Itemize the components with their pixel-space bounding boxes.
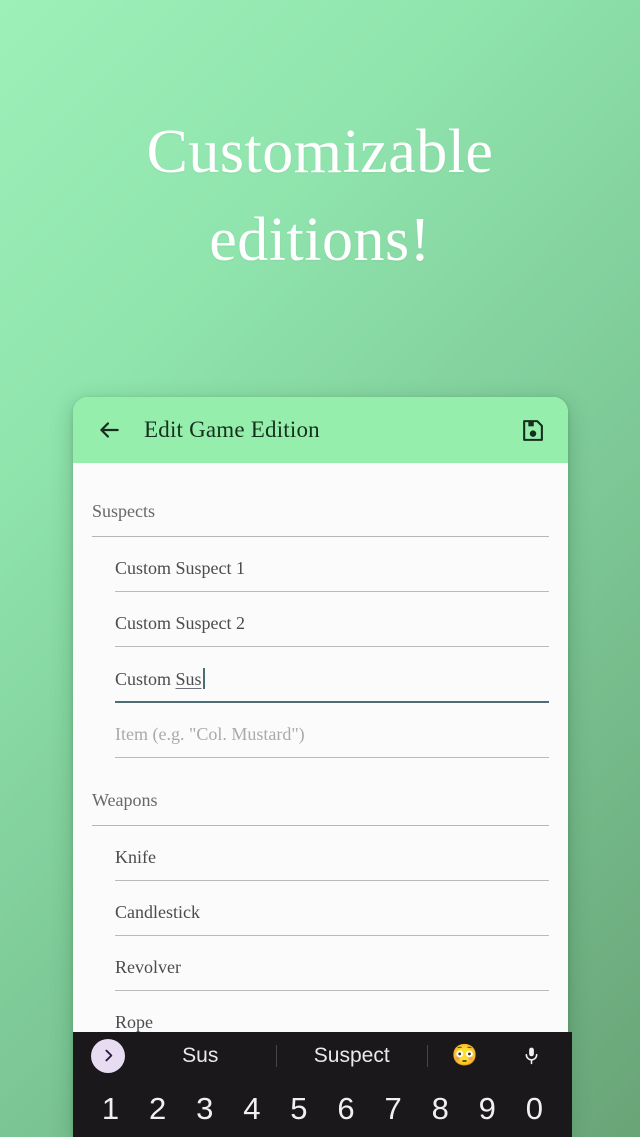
- page-title: Edit Game Edition: [144, 417, 320, 442]
- suspect-field-1[interactable]: Custom Suspect 1: [115, 537, 549, 592]
- save-button[interactable]: [512, 410, 552, 450]
- section-header-weapons: Weapons: [92, 758, 549, 826]
- phone-screen-card: Edit Game Edition Suspects Custom Suspec…: [73, 397, 568, 1137]
- arrow-left-icon: [100, 422, 119, 438]
- suspect-field-3-value: Custom: [115, 669, 176, 689]
- text-caret: [202, 668, 205, 689]
- chevron-right-icon: [104, 1049, 112, 1062]
- key-4[interactable]: 4: [228, 1093, 275, 1124]
- app-bar: Edit Game Edition: [73, 397, 568, 463]
- expand-suggestions-button[interactable]: [91, 1038, 125, 1073]
- suggestion-word-1[interactable]: Sus: [125, 1044, 276, 1068]
- promo-line-1: Customizable: [146, 118, 494, 186]
- number-row: 1 2 3 4 5 6 7 8 9 0: [73, 1079, 572, 1137]
- promo-headline: Customizable editions!: [0, 108, 640, 284]
- suggestion-word-2[interactable]: Suspect: [277, 1044, 428, 1068]
- promo-line-2: editions!: [209, 206, 431, 275]
- key-1[interactable]: 1: [87, 1093, 134, 1124]
- weapon-field-1-value: Knife: [115, 847, 156, 867]
- key-6[interactable]: 6: [322, 1093, 369, 1124]
- key-5[interactable]: 5: [275, 1093, 322, 1124]
- suggestion-bar: Sus Suspect 😳: [73, 1032, 572, 1079]
- key-7[interactable]: 7: [370, 1093, 417, 1124]
- suspect-field-2-value: Custom Suspect 2: [115, 613, 246, 633]
- microphone-icon: [525, 1047, 537, 1065]
- save-floppy-disk-icon: [522, 419, 543, 441]
- on-screen-keyboard: Sus Suspect 😳 1 2 3 4 5 6 7 8 9 0: [73, 1032, 572, 1137]
- suspect-field-3-composing-text: Sus: [175, 669, 202, 689]
- weapon-field-2[interactable]: Candlestick: [115, 881, 549, 936]
- key-3[interactable]: 3: [181, 1093, 228, 1124]
- voice-input-button[interactable]: [502, 1046, 560, 1065]
- key-8[interactable]: 8: [417, 1093, 464, 1124]
- weapon-field-2-value: Candlestick: [115, 902, 200, 922]
- promo-screenshot: Customizable editions! Edit Game Edition: [0, 0, 640, 1137]
- weapon-field-1[interactable]: Knife: [115, 826, 549, 881]
- weapon-field-4-value: Rope: [115, 1012, 153, 1032]
- suspect-field-new-placeholder: Item (e.g. "Col. Mustard"): [115, 724, 305, 744]
- key-2[interactable]: 2: [134, 1093, 181, 1124]
- weapon-field-3-value: Revolver: [115, 957, 181, 977]
- suspect-field-3[interactable]: Custom Sus: [115, 647, 549, 703]
- key-0[interactable]: 0: [511, 1093, 558, 1124]
- suspect-field-2[interactable]: Custom Suspect 2: [115, 592, 549, 647]
- emoji-suggestion[interactable]: 😳: [428, 1043, 502, 1068]
- back-button[interactable]: [89, 410, 129, 450]
- suspect-field-new[interactable]: Item (e.g. "Col. Mustard"): [115, 703, 549, 758]
- key-9[interactable]: 9: [464, 1093, 511, 1124]
- weapon-field-3[interactable]: Revolver: [115, 936, 549, 991]
- suspect-field-1-value: Custom Suspect 1: [115, 558, 246, 578]
- section-header-suspects: Suspects: [92, 463, 549, 537]
